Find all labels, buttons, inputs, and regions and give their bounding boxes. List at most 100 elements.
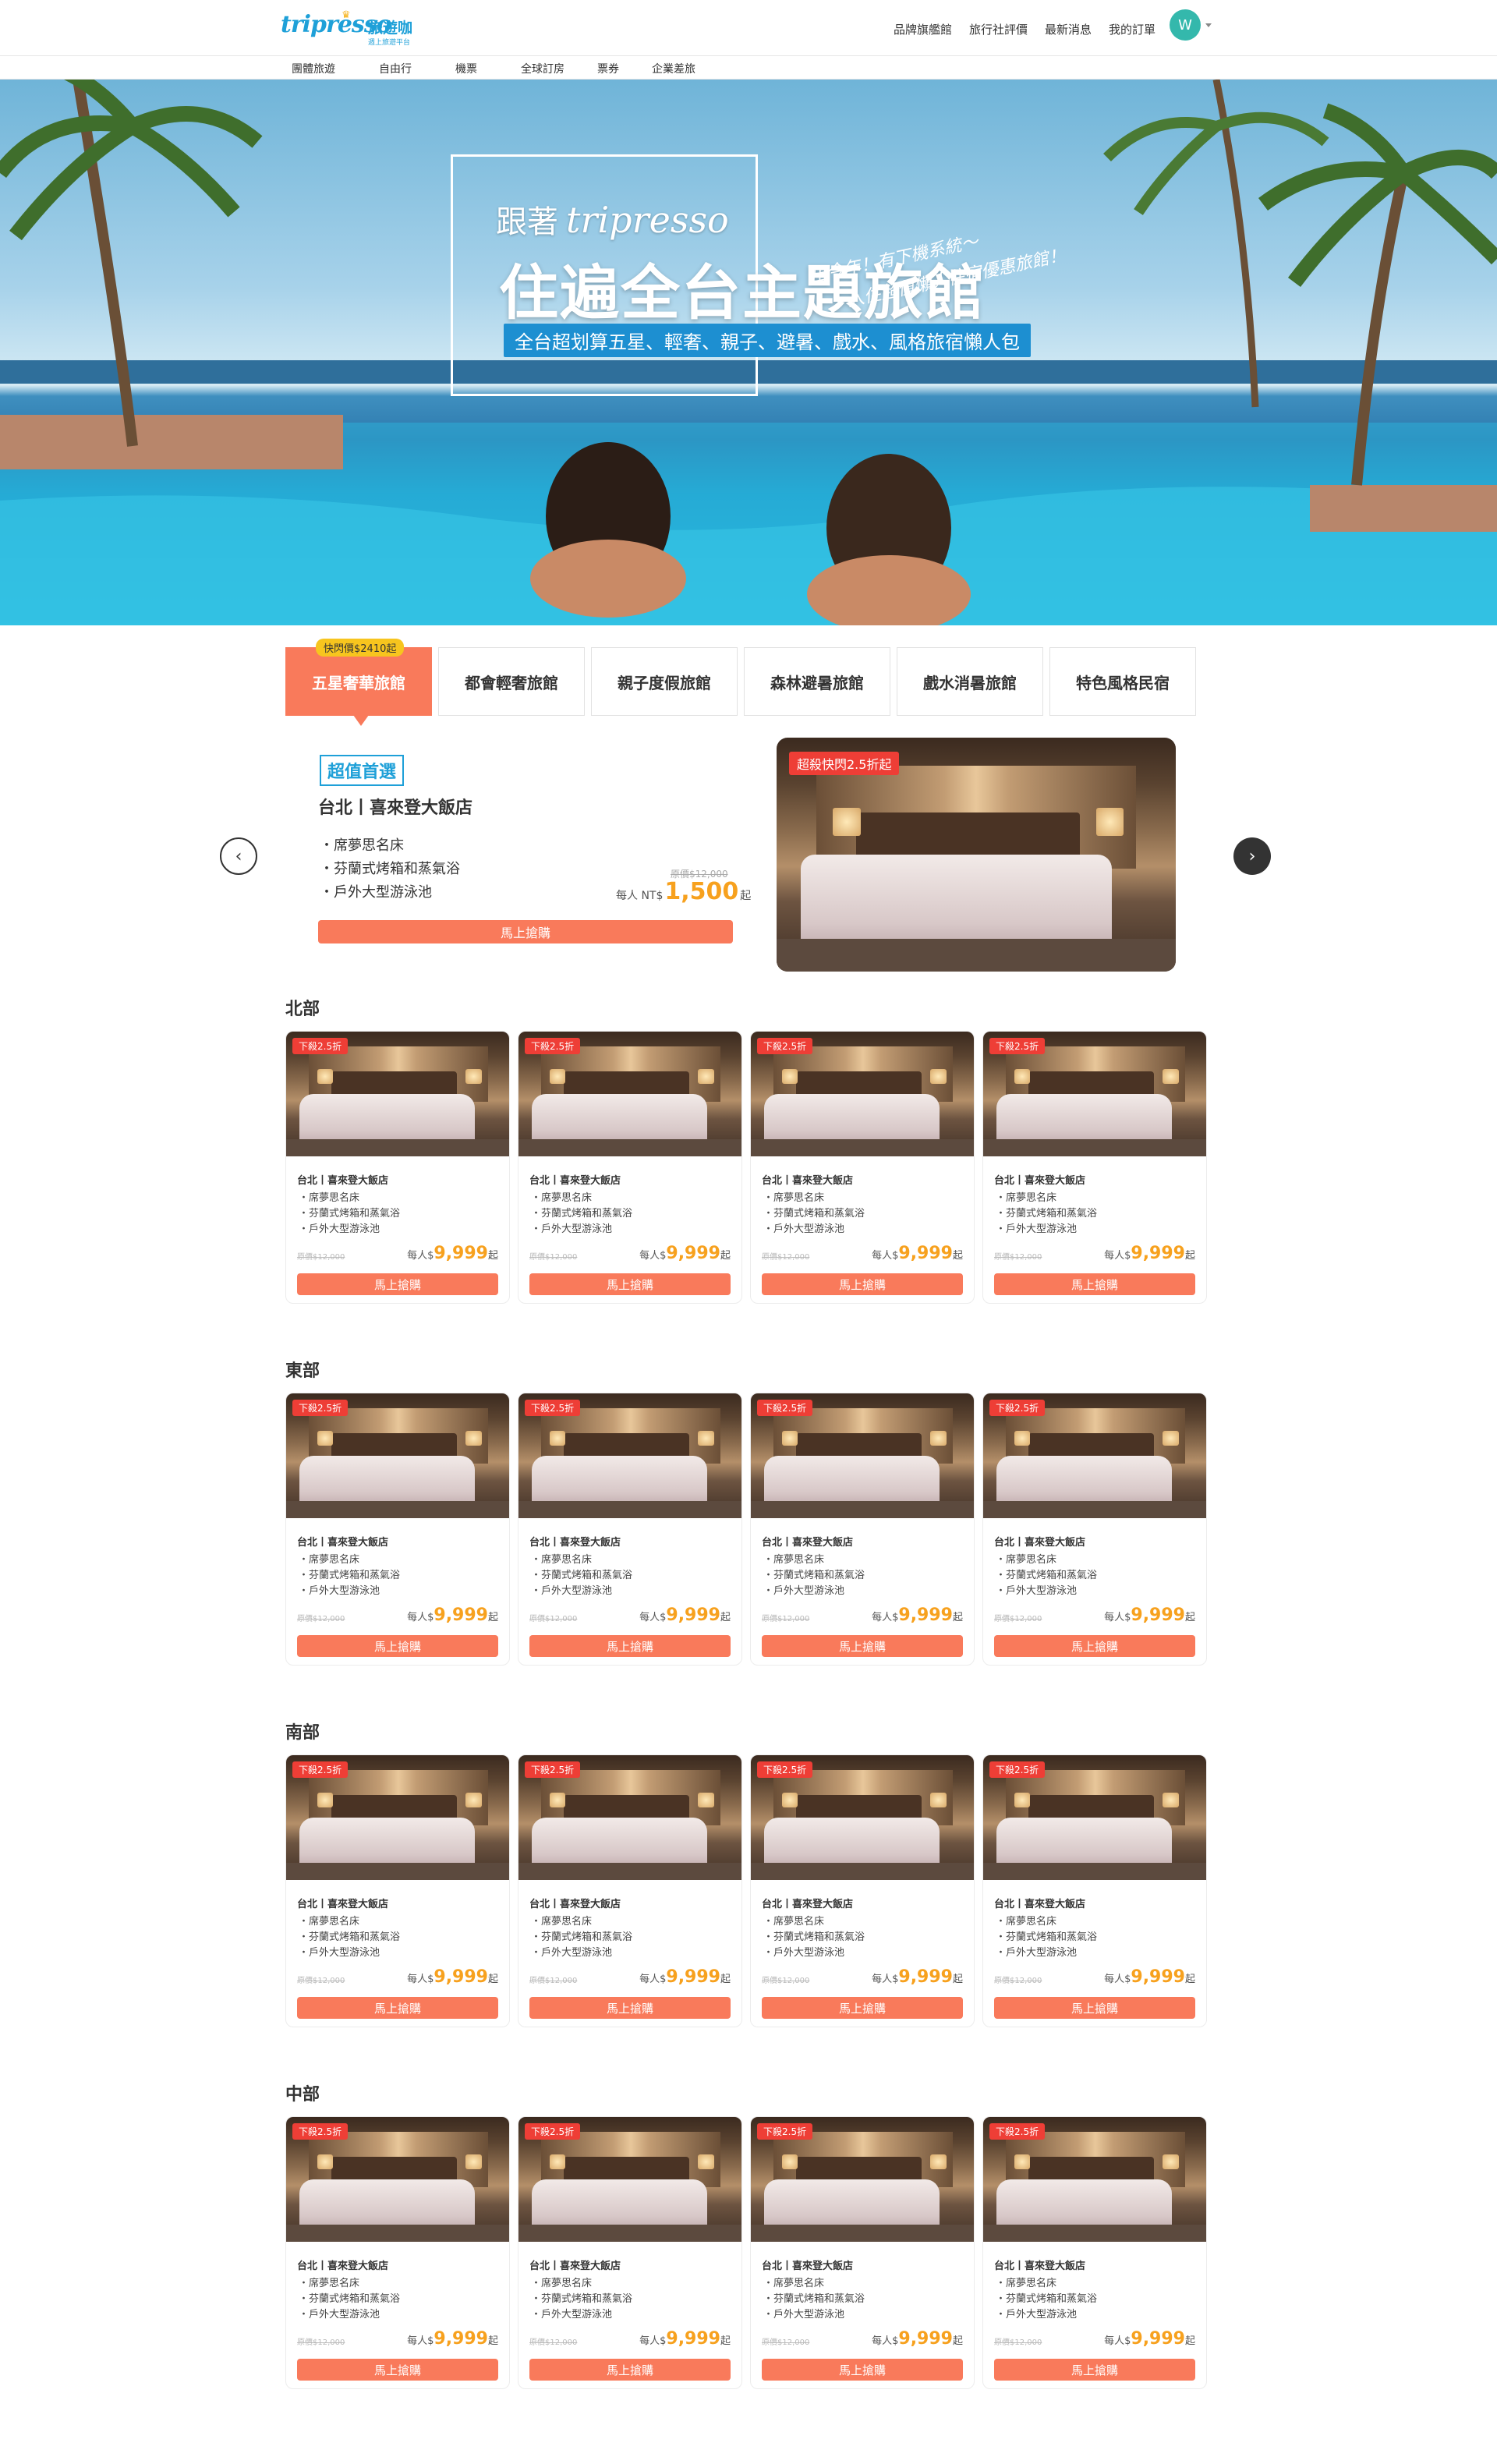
- hotel-card[interactable]: 下殺2.5折 台北丨喜來登大飯店 ・席夢思名床 ・芬蘭式烤箱和蒸氣浴 ・戶外大型游泳池原…: [982, 2116, 1207, 2389]
- hotel-card-image[interactable]: 下殺2.5折: [518, 2117, 741, 2242]
- discount-badge: 下殺2.5折: [292, 1038, 349, 1054]
- hotel-card-image[interactable]: 下殺2.5折: [286, 1393, 509, 1518]
- hotel-card[interactable]: 下殺2.5折 台北丨喜來登大飯店 ・席夢思名床 ・芬蘭式烤箱和蒸氣浴 ・戶外大型游泳池原…: [285, 1754, 510, 2027]
- hotel-card-image[interactable]: 下殺2.5折: [518, 1032, 741, 1156]
- hotel-name[interactable]: 台北丨喜來登大飯店: [297, 1172, 388, 1187]
- buy-now-button[interactable]: 馬上搶購: [529, 1635, 731, 1657]
- hotel-name[interactable]: 台北丨喜來登大飯店: [994, 1172, 1085, 1187]
- sub-nav: 團體旅遊 自由行 機票 全球訂房 票券 企業差旅: [0, 56, 1497, 80]
- hotel-card-image[interactable]: 下殺2.5折: [983, 1393, 1206, 1518]
- hotel-card[interactable]: 下殺2.5折 台北丨喜來登大飯店 ・席夢思名床 ・芬蘭式烤箱和蒸氣浴 ・戶外大型游泳池原…: [750, 1393, 975, 1666]
- hotel-card[interactable]: 下殺2.5折 台北丨喜來登大飯店 ・席夢思名床 ・芬蘭式烤箱和蒸氣浴 ・戶外大型游泳池原…: [750, 1754, 975, 2027]
- feature-item: ・席夢思名床: [531, 1916, 593, 1928]
- tab-five-star[interactable]: 快閃價$2410起 五星奢華旅館: [285, 639, 432, 726]
- buy-now-button[interactable]: 馬上搶購: [529, 2359, 731, 2381]
- hotel-card[interactable]: 下殺2.5折 台北丨喜來登大飯店 ・席夢思名床 ・芬蘭式烤箱和蒸氣浴 ・戶外大型游泳池原…: [285, 1393, 510, 1666]
- hotel-name[interactable]: 台北丨喜來登大飯店: [994, 1534, 1085, 1549]
- buy-now-button[interactable]: 馬上搶購: [994, 1273, 1195, 1295]
- featured-hotel-image[interactable]: 超殺快閃2.5折起: [777, 738, 1176, 972]
- hotel-card-image[interactable]: 下殺2.5折: [518, 1755, 741, 1880]
- hotel-name[interactable]: 台北丨喜來登大飯店: [529, 2257, 621, 2272]
- subnav-tickets[interactable]: 票券: [597, 61, 619, 76]
- hotel-card[interactable]: 下殺2.5折 台北丨喜來登大飯店 ・席夢思名床 ・芬蘭式烤箱和蒸氣浴 ・戶外大型游泳池原…: [285, 1031, 510, 1304]
- hotel-card-image[interactable]: 下殺2.5折: [751, 2117, 974, 2242]
- hotel-name[interactable]: 台北丨喜來登大飯店: [762, 2257, 853, 2272]
- hotel-card[interactable]: 下殺2.5折 台北丨喜來登大飯店 ・席夢思名床 ・芬蘭式烤箱和蒸氣浴 ・戶外大型游泳池原…: [982, 1754, 1207, 2027]
- hotel-card[interactable]: 下殺2.5折 台北丨喜來登大飯店 ・席夢思名床 ・芬蘭式烤箱和蒸氣浴 ・戶外大型游泳池原…: [750, 2116, 975, 2389]
- nav-agency-reviews[interactable]: 旅行社評價: [969, 21, 1028, 37]
- tab-bnb[interactable]: 特色風格民宿: [1049, 647, 1196, 716]
- buy-now-button[interactable]: 馬上搶購: [297, 1997, 498, 2019]
- price-value: 9,999: [1131, 1605, 1185, 1625]
- hotel-card[interactable]: 下殺2.5折 台北丨喜來登大飯店 ・席夢思名床 ・芬蘭式烤箱和蒸氣浴 ・戶外大型游泳池原…: [518, 1754, 742, 2027]
- hotel-name[interactable]: 台北丨喜來登大飯店: [529, 1896, 621, 1910]
- subnav-hotels[interactable]: 全球訂房: [521, 61, 564, 76]
- subnav-group-tour[interactable]: 團體旅遊: [292, 61, 335, 76]
- subnav-business[interactable]: 企業差旅: [652, 61, 695, 76]
- hotel-card-image[interactable]: 下殺2.5折: [751, 1032, 974, 1156]
- buy-now-button[interactable]: 馬上搶購: [994, 1997, 1195, 2019]
- tab-forest[interactable]: 森林避暑旅館: [744, 647, 890, 716]
- hotel-card[interactable]: 下殺2.5折 台北丨喜來登大飯店 ・席夢思名床 ・芬蘭式烤箱和蒸氣浴 ・戶外大型游泳池原…: [982, 1393, 1207, 1666]
- nav-latest-news[interactable]: 最新消息: [1045, 21, 1092, 37]
- hotel-name[interactable]: 台北丨喜來登大飯店: [994, 1896, 1085, 1910]
- buy-now-button[interactable]: 馬上搶購: [994, 2359, 1195, 2381]
- chevron-down-icon[interactable]: [1205, 23, 1212, 27]
- hotel-name[interactable]: 台北丨喜來登大飯店: [762, 1534, 853, 1549]
- feature-item: ・芬蘭式烤箱和蒸氣浴: [763, 1931, 865, 1943]
- hotel-card-image[interactable]: 下殺2.5折: [983, 1032, 1206, 1156]
- buy-now-button[interactable]: 馬上搶購: [994, 1635, 1195, 1657]
- hotel-card[interactable]: 下殺2.5折 台北丨喜來登大飯店 ・席夢思名床 ・芬蘭式烤箱和蒸氣浴 ・戶外大型游泳池原…: [518, 1393, 742, 1666]
- featured-buy-button[interactable]: 馬上搶購: [318, 920, 733, 943]
- hotel-card-image[interactable]: 下殺2.5折: [286, 1755, 509, 1880]
- hotel-card-image[interactable]: 下殺2.5折: [983, 2117, 1206, 2242]
- buy-now-button[interactable]: 馬上搶購: [762, 1273, 963, 1295]
- hotel-name[interactable]: 台北丨喜來登大飯店: [297, 1896, 388, 1910]
- carousel-next-button[interactable]: ›: [1233, 837, 1271, 875]
- price-value: 9,999: [1131, 1967, 1185, 1987]
- avatar[interactable]: W: [1170, 9, 1201, 41]
- hotel-name[interactable]: 台北丨喜來登大飯店: [297, 1534, 388, 1549]
- subnav-flights[interactable]: 機票: [455, 61, 477, 76]
- nav-brand-flagship[interactable]: 品牌旗艦館: [894, 21, 952, 37]
- hotel-card-image[interactable]: 下殺2.5折: [286, 2117, 509, 2242]
- hotel-name[interactable]: 台北丨喜來登大飯店: [994, 2257, 1085, 2272]
- hotel-card-image[interactable]: 下殺2.5折: [518, 1393, 741, 1518]
- hotel-card-image[interactable]: 下殺2.5折: [286, 1032, 509, 1156]
- tab-label: 親子度假旅館: [618, 673, 711, 692]
- price-prefix: 每人$: [639, 2335, 667, 2347]
- hotel-name[interactable]: 台北丨喜來登大飯店: [762, 1172, 853, 1187]
- tab-family[interactable]: 親子度假旅館: [591, 647, 738, 716]
- buy-now-button[interactable]: 馬上搶購: [297, 1635, 498, 1657]
- buy-now-button[interactable]: 馬上搶購: [529, 1273, 731, 1295]
- hotel-card-image[interactable]: 下殺2.5折: [751, 1393, 974, 1518]
- hotel-card[interactable]: 下殺2.5折 台北丨喜來登大飯店 ・席夢思名床 ・芬蘭式烤箱和蒸氣浴 ・戶外大型游泳池原…: [518, 2116, 742, 2389]
- hotel-name[interactable]: 台北丨喜來登大飯店: [529, 1172, 621, 1187]
- carousel-prev-button[interactable]: ‹: [220, 837, 257, 875]
- nav-my-orders[interactable]: 我的訂單: [1109, 21, 1155, 37]
- hotel-name[interactable]: 台北丨喜來登大飯店: [762, 1896, 853, 1910]
- hotel-card[interactable]: 下殺2.5折 台北丨喜來登大飯店 ・席夢思名床 ・芬蘭式烤箱和蒸氣浴 ・戶外大型游泳池原…: [982, 1031, 1207, 1304]
- buy-now-button[interactable]: 馬上搶購: [297, 1273, 498, 1295]
- hotel-card-image[interactable]: 下殺2.5折: [983, 1755, 1206, 1880]
- hotel-card-image[interactable]: 下殺2.5折: [751, 1755, 974, 1880]
- buy-now-button[interactable]: 馬上搶購: [529, 1997, 731, 2019]
- tab-water[interactable]: 戲水消暑旅館: [897, 647, 1043, 716]
- price-prefix: 每人$: [872, 1612, 899, 1623]
- tripresso-logo[interactable]: tripresso ♛ 旅遊咖 週上旅遊平台: [281, 9, 421, 47]
- hotel-card[interactable]: 下殺2.5折 台北丨喜來登大飯店 ・席夢思名床 ・芬蘭式烤箱和蒸氣浴 ・戶外大型游泳池原…: [518, 1031, 742, 1304]
- buy-now-button[interactable]: 馬上搶購: [297, 2359, 498, 2381]
- hotel-name[interactable]: 台北丨喜來登大飯店: [529, 1534, 621, 1549]
- subnav-free-travel[interactable]: 自由行: [379, 61, 412, 76]
- hero-banner[interactable]: 跟著 tripresso 住遍全台主題旅館 全台超划算五星、輕奢、親子、避暑、戲水…: [0, 80, 1497, 625]
- hotel-card[interactable]: 下殺2.5折 台北丨喜來登大飯店 ・席夢思名床 ・芬蘭式烤箱和蒸氣浴 ・戶外大型游泳池原…: [285, 2116, 510, 2389]
- featured-hotel-name[interactable]: 台北丨喜來登大飯店: [318, 794, 472, 819]
- hotel-card[interactable]: 下殺2.5折 台北丨喜來登大飯店 ・席夢思名床 ・芬蘭式烤箱和蒸氣浴 ・戶外大型游泳池原…: [750, 1031, 975, 1304]
- buy-now-button[interactable]: 馬上搶購: [762, 1635, 963, 1657]
- hotel-price: 每人$9,999起: [1104, 1605, 1195, 1625]
- buy-now-button[interactable]: 馬上搶購: [762, 2359, 963, 2381]
- tab-urban-luxury[interactable]: 都會輕奢旅館: [438, 647, 585, 716]
- hotel-name[interactable]: 台北丨喜來登大飯店: [297, 2257, 388, 2272]
- buy-now-button[interactable]: 馬上搶購: [762, 1997, 963, 2019]
- feature-text: 戶外大型游泳池: [1006, 1223, 1078, 1235]
